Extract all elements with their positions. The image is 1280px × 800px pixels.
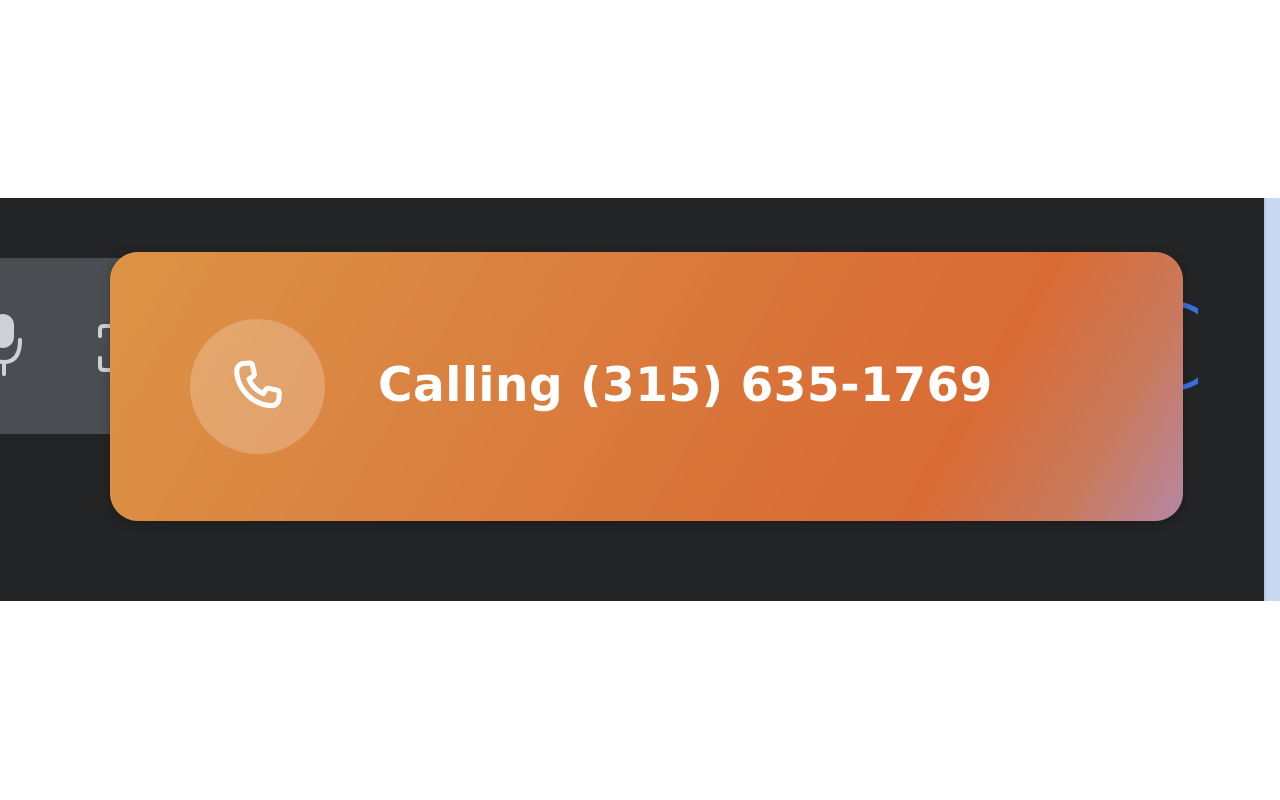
calling-status-text: Calling (315) 635-1769 [378, 358, 993, 414]
calling-notification[interactable]: Calling (315) 635-1769 [110, 252, 1183, 521]
phone-icon-badge [190, 319, 325, 454]
microphone-icon[interactable] [0, 310, 24, 380]
side-panel-edge [1264, 198, 1280, 601]
phone-number: (315) 635-1769 [580, 358, 993, 413]
phone-icon [233, 359, 282, 408]
calling-label: Calling [378, 358, 564, 413]
